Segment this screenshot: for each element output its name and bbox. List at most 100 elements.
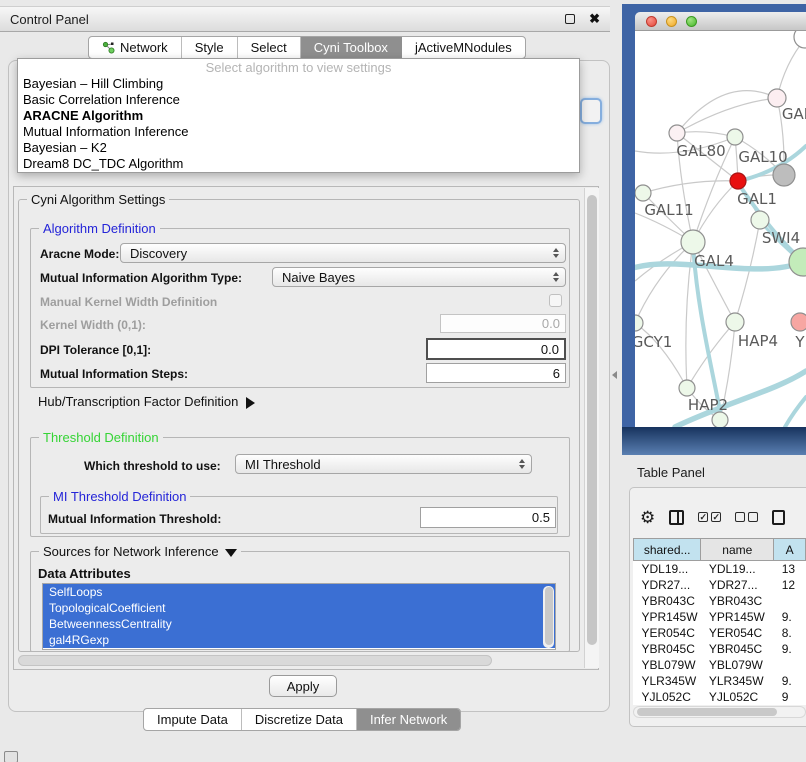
node-label: GAL4 — [694, 252, 734, 270]
node-selected-red[interactable] — [730, 173, 746, 189]
mi-threshold-definition-label: MI Threshold Definition — [49, 489, 190, 504]
node-gal4[interactable] — [681, 230, 705, 254]
table-row[interactable]: YBL079WYBL079W — [634, 657, 806, 673]
algorithm-dropdown[interactable]: Select algorithm to view settings Bayesi… — [17, 58, 580, 173]
close-traffic-icon[interactable] — [646, 16, 657, 27]
threshold-definition-label: Threshold Definition — [39, 430, 163, 445]
export-table-icon[interactable] — [772, 510, 785, 525]
node-label: GCY1 — [635, 333, 672, 351]
select-all-icon[interactable]: ✓✓ — [698, 512, 721, 522]
hidden-combo-fragment — [580, 98, 602, 124]
mi-steps-field[interactable]: 6 — [426, 363, 566, 383]
dpi-tolerance-field[interactable]: 0.0 — [426, 338, 566, 360]
which-threshold-label: Which threshold to use: — [84, 459, 221, 473]
node-gal10[interactable] — [727, 129, 743, 145]
node-swi4[interactable] — [751, 211, 769, 229]
list-item[interactable]: TopologicalCoefficient — [43, 600, 555, 616]
node-label: HAP2 — [688, 396, 728, 414]
table-row[interactable]: YER054CYER054C8. — [634, 625, 806, 641]
manual-kernel-checkbox[interactable] — [549, 294, 562, 307]
kernel-width-label: Kernel Width (0,1): — [40, 318, 146, 332]
node[interactable] — [794, 31, 806, 48]
expand-right-icon[interactable] — [246, 397, 255, 409]
tab-infer-network[interactable]: Infer Network — [357, 709, 460, 730]
algorithm-option[interactable]: Dream8 DC_TDC Algorithm — [18, 156, 579, 172]
split-view-icon[interactable] — [669, 510, 684, 525]
algorithm-option[interactable]: Mutual Information Inference — [18, 124, 579, 140]
close-icon[interactable]: ✖ — [589, 14, 600, 24]
mi-type-combo[interactable]: Naive Bayes — [272, 267, 566, 287]
node-gal11[interactable] — [635, 185, 651, 201]
data-attributes-label: Data Attributes — [38, 566, 131, 581]
data-attributes-list[interactable]: SelfLoops TopologicalCoefficient Between… — [42, 583, 556, 650]
zoom-traffic-icon[interactable] — [686, 16, 697, 27]
column-header-cut[interactable]: A — [774, 539, 806, 561]
table-row[interactable]: YDL19...YDL19...13 — [634, 561, 806, 577]
list-scrollbar[interactable] — [543, 586, 554, 648]
table-row[interactable]: YBR043CYBR043C — [634, 593, 806, 609]
algorithm-dropdown-placeholder[interactable]: Select algorithm to view settings — [18, 59, 579, 76]
algorithm-option-highlighted[interactable]: ARACNE Algorithm — [18, 108, 579, 124]
table-row[interactable]: YBR045CYBR045C9. — [634, 641, 806, 657]
tab-jactivemnodules[interactable]: jActiveMNodules — [402, 37, 525, 58]
hub-definition-section[interactable]: Hub/Transcription Factor Definition — [38, 394, 255, 409]
settings-vertical-scrollbar[interactable] — [584, 188, 599, 668]
cyni-algorithm-settings-label: Cyni Algorithm Settings — [27, 192, 169, 207]
aracne-mode-combo[interactable]: Discovery — [120, 243, 566, 263]
algorithm-option[interactable]: Bayesian – Hill Climbing — [18, 76, 579, 92]
scrollbar-thumb[interactable] — [545, 587, 553, 645]
node-salmon[interactable] — [791, 313, 806, 331]
node-gal80[interactable] — [669, 125, 685, 141]
tab-impute-data[interactable]: Impute Data — [144, 709, 242, 730]
splitter-collapse-icon[interactable] — [612, 371, 617, 379]
column-header-name[interactable]: name — [701, 539, 774, 561]
tab-discretize-data[interactable]: Discretize Data — [242, 709, 357, 730]
scrollbar-thumb[interactable] — [637, 708, 777, 716]
list-item[interactable]: gal4RGexp — [43, 632, 555, 648]
list-item[interactable]: SelfLoops — [43, 584, 555, 600]
table-header-row: shared... name A — [634, 539, 806, 561]
mi-steps-label: Mutual Information Steps: — [40, 367, 188, 381]
float-window-icon[interactable] — [565, 14, 575, 24]
scrollbar-thumb[interactable] — [587, 195, 597, 645]
sources-label[interactable]: Sources for Network Inference — [39, 544, 241, 559]
tab-cyni-toolbox[interactable]: Cyni Toolbox — [301, 37, 402, 58]
gear-icon[interactable]: ⚙ — [640, 509, 655, 526]
node-label: Y — [794, 333, 805, 351]
algorithm-option[interactable]: Bayesian – K2 — [18, 140, 579, 156]
table-horizontal-scrollbar[interactable] — [633, 706, 806, 718]
node-label: HAP4 — [738, 332, 778, 350]
deselect-all-icon[interactable] — [735, 512, 758, 522]
tab-style[interactable]: Style — [182, 37, 238, 58]
stepper-icon — [519, 459, 525, 469]
which-threshold-combo[interactable]: MI Threshold — [235, 454, 532, 474]
network-canvas[interactable]: GAL GAL80 GAL10 GAL1 GAL11 SWI4 GAL4 GCY… — [635, 31, 806, 427]
node-gray[interactable] — [773, 164, 795, 186]
node-table: shared... name A YDL19...YDL19...13 YDR2… — [633, 538, 806, 705]
kernel-width-field[interactable]: 0.0 — [440, 314, 566, 333]
algorithm-option[interactable]: Basic Correlation Inference — [18, 92, 579, 108]
minimize-traffic-icon[interactable] — [666, 16, 677, 27]
network-icon — [102, 41, 115, 54]
network-window-titlebar[interactable] — [635, 12, 806, 31]
apply-button[interactable]: Apply — [269, 675, 337, 697]
node-hap2[interactable] — [679, 380, 695, 396]
table-row[interactable]: YPR145WYPR145W9. — [634, 609, 806, 625]
node[interactable] — [712, 412, 728, 427]
network-view-frame-bottom — [622, 427, 806, 455]
algorithm-definition-label: Algorithm Definition — [39, 221, 160, 236]
table-row[interactable]: YDR27...YDR27...12 — [634, 577, 806, 593]
node-label: GAL1 — [737, 190, 777, 208]
tab-select[interactable]: Select — [238, 37, 301, 58]
node-hap4[interactable] — [726, 313, 744, 331]
settings-horizontal-scrollbar[interactable] — [18, 655, 492, 666]
minimized-panel-icon[interactable] — [4, 751, 18, 762]
tab-network[interactable]: Network — [89, 37, 182, 58]
mi-type-label: Mutual Information Algorithm Type: — [40, 271, 242, 285]
mi-threshold-field[interactable]: 0.5 — [420, 507, 556, 528]
collapse-down-icon[interactable] — [225, 549, 237, 557]
table-row[interactable]: YJL052CYJL052C9 — [634, 689, 806, 705]
list-item[interactable]: BetweennessCentrality — [43, 616, 555, 632]
table-row[interactable]: YLR345WYLR345W9. — [634, 673, 806, 689]
column-header-shared[interactable]: shared... — [634, 539, 701, 561]
